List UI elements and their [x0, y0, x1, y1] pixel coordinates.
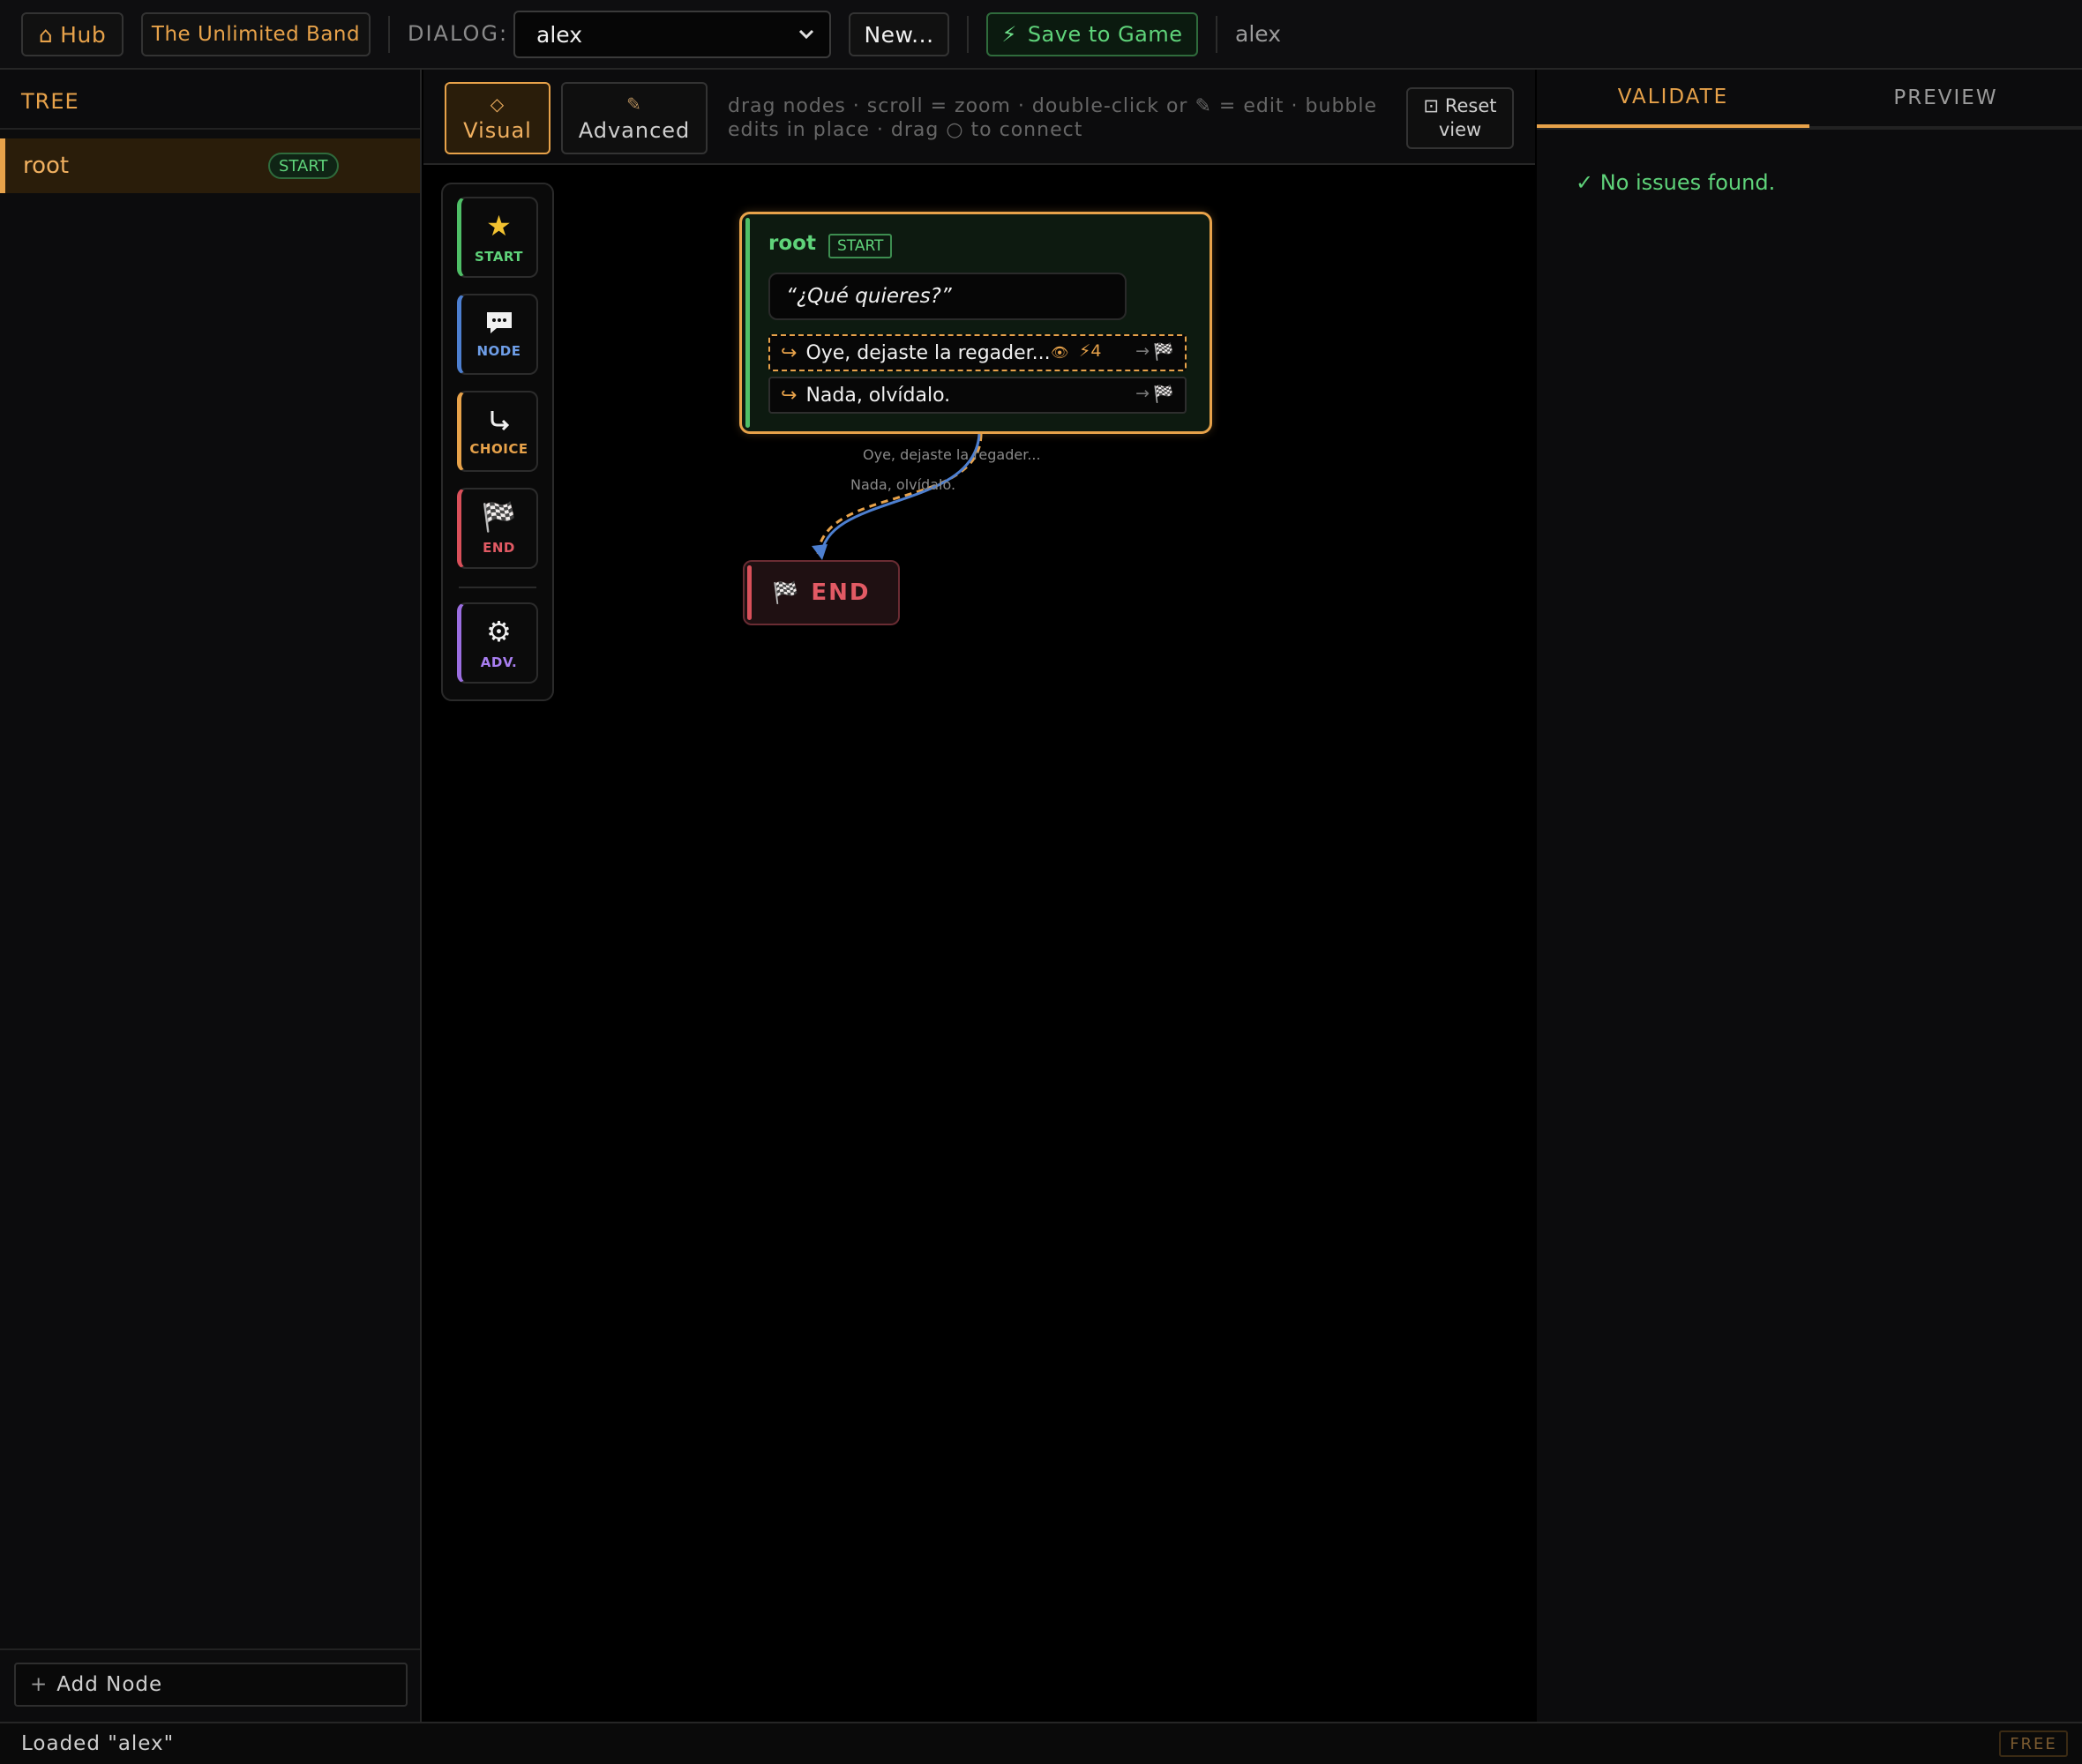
checkered-flag-icon: 🏁	[772, 580, 799, 605]
choice-arrow-icon: ↪	[781, 341, 798, 364]
speech-bubble-icon	[486, 312, 512, 333]
palette-start[interactable]: ★ START	[457, 197, 538, 278]
top-bar: ⌂ Hub The Unlimited Band DIALOG: alex Ne…	[0, 0, 2082, 70]
branch-arrow-icon	[491, 411, 509, 431]
divider	[0, 128, 420, 130]
palette-label: ADV.	[480, 654, 518, 670]
tree-title: TREE	[21, 89, 79, 114]
save-to-game-button[interactable]: ⚡ Save to Game	[986, 12, 1198, 56]
choice-text: Nada, olvídalo.	[805, 384, 951, 407]
toolbar-divider	[1216, 16, 1217, 53]
advanced-mode-button[interactable]: ✎ Advanced	[561, 82, 708, 154]
reset-view-button[interactable]: ⊡ Reset view	[1406, 87, 1514, 149]
start-badge: START	[828, 234, 893, 258]
cost-badge: ⚡4	[1079, 341, 1101, 361]
edge-label: Nada, olvídalo.	[850, 476, 956, 493]
pencil-icon: ✎	[626, 93, 642, 115]
dialog-select-value: alex	[536, 21, 583, 48]
hub-button[interactable]: ⌂ Hub	[21, 12, 124, 56]
arrow-right-icon: →	[1135, 341, 1150, 361]
palette-label: CHOICE	[469, 441, 528, 457]
tab-preview[interactable]: PREVIEW	[1809, 70, 2082, 128]
dialog-select[interactable]: alex	[513, 11, 831, 58]
tab-validate[interactable]: VALIDATE	[1537, 70, 1809, 128]
plan-badge: FREE	[1999, 1730, 2068, 1757]
visual-mode-button[interactable]: ◇ Visual	[445, 82, 550, 154]
gear-icon: ⚙	[486, 615, 512, 648]
editor-toolbar: ◇ Visual ✎ Advanced drag nodes · scroll …	[423, 70, 1535, 165]
chevron-down-icon	[798, 29, 814, 40]
right-panel: VALIDATE PREVIEW ✓ No issues found.	[1537, 70, 2082, 1722]
node-title: root	[768, 232, 816, 255]
project-button[interactable]: The Unlimited Band	[141, 12, 371, 56]
toolbar-divider	[967, 16, 969, 53]
diamond-icon: ◇	[490, 93, 506, 115]
palette-label: NODE	[476, 343, 521, 359]
lightning-icon: ⚡	[1079, 341, 1091, 361]
current-dialog-name: alex	[1235, 21, 1282, 47]
palette-label: END	[483, 540, 515, 556]
fit-view-icon: ⊡	[1423, 95, 1440, 116]
choice-row[interactable]: ↪ Nada, olvídalo. → 🏁	[768, 377, 1187, 414]
star-icon: ★	[486, 209, 512, 243]
checkered-flag-icon: 🏁	[481, 500, 517, 534]
palette-node[interactable]: NODE	[457, 294, 538, 375]
advanced-mode-label: Advanced	[578, 118, 691, 143]
palette-advanced[interactable]: ⚙ ADV.	[457, 602, 538, 684]
node-root[interactable]: root START “¿Qué quieres?” ↪ Oye, dejast…	[739, 212, 1212, 434]
editor-hint: drag nodes · scroll = zoom · double-clic…	[728, 95, 1378, 141]
hub-label: Hub	[60, 21, 107, 48]
node-palette: ★ START NODE CHOICE 🏁 END ⚙ ADV.	[441, 183, 554, 701]
tree-sidebar: TREE root START + Add Node	[0, 70, 422, 1722]
eye-icon: 👁	[1051, 344, 1069, 361]
lightning-icon: ⚡	[1001, 22, 1017, 47]
edge-label: Oye, dejaste la regader...	[863, 446, 1041, 463]
palette-divider	[459, 587, 536, 588]
status-bar: Loaded "alex" FREE	[0, 1722, 2082, 1764]
cost-value: 4	[1090, 341, 1102, 361]
tree-item-label: root	[23, 153, 70, 179]
palette-end[interactable]: 🏁 END	[457, 488, 538, 569]
divider	[1537, 128, 2082, 130]
reset-view-label: Reset view	[1438, 95, 1497, 140]
home-icon: ⌂	[38, 21, 54, 48]
node-end[interactable]: 🏁 END	[743, 560, 900, 625]
edge-arrowhead	[812, 544, 828, 560]
arrow-right-icon: →	[1135, 384, 1150, 403]
save-label: Save to Game	[1027, 22, 1183, 47]
checkered-flag-icon: 🏁	[1153, 385, 1174, 404]
choice-text: Oye, dejaste la regader...	[805, 341, 1051, 364]
tree-item-root[interactable]: root START	[0, 138, 420, 193]
node-line-bubble[interactable]: “¿Qué quieres?”	[768, 273, 1127, 320]
divider	[0, 1648, 420, 1650]
choice-row[interactable]: ↪ Oye, dejaste la regader... 👁 ⚡4 → 🏁	[768, 334, 1187, 371]
validation-message: ✓ No issues found.	[1576, 170, 1776, 195]
choice-arrow-icon: ↪	[781, 384, 798, 407]
add-node-button[interactable]: + Add Node	[14, 1663, 408, 1707]
palette-choice[interactable]: CHOICE	[457, 391, 538, 472]
status-text: Loaded "alex"	[21, 1732, 175, 1755]
end-node-label: END	[811, 579, 871, 606]
palette-label: START	[474, 249, 524, 265]
checkered-flag-icon: 🏁	[1153, 342, 1174, 362]
plus-icon: +	[30, 1673, 49, 1696]
graph-editor: ◇ Visual ✎ Advanced drag nodes · scroll …	[423, 70, 1535, 1722]
dialog-label: DIALOG:	[408, 21, 509, 46]
add-node-label: Add Node	[56, 1673, 163, 1696]
visual-mode-label: Visual	[463, 118, 532, 143]
toolbar-divider	[388, 16, 390, 53]
new-dialog-button[interactable]: New...	[849, 12, 949, 56]
start-badge: START	[268, 153, 339, 179]
